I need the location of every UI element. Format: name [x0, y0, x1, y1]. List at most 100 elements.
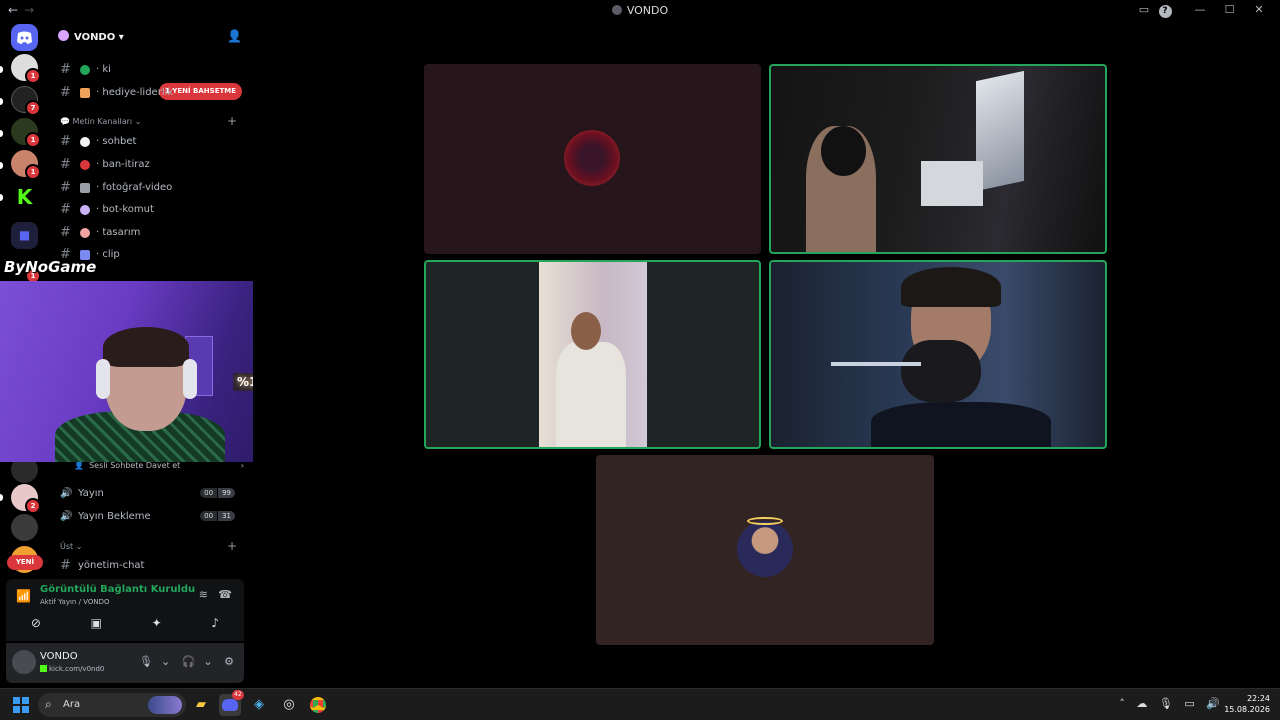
connection-status[interactable]: Görüntülü Bağlantı Kuruldu: [40, 584, 195, 595]
kick-server-icon[interactable]: K: [11, 184, 38, 211]
hash-icon: #: [60, 202, 71, 217]
add-channel-icon[interactable]: +: [227, 114, 237, 128]
microphone: [901, 340, 981, 402]
connection-channel[interactable]: Aktif Yayın / VONDO: [40, 598, 109, 606]
video-tile[interactable]: [424, 64, 761, 254]
unread-pill: [0, 130, 3, 137]
gear-icon[interactable]: ⚙: [224, 655, 234, 668]
clock-time: 22:24: [1246, 694, 1270, 703]
channel-item[interactable]: # yönetim-chat: [58, 557, 248, 575]
activities-icon[interactable]: ✦: [152, 616, 162, 630]
server-header[interactable]: VONDO ▾ 👤: [58, 29, 248, 46]
search-icon: ⌕: [45, 697, 52, 711]
help-icon[interactable]: ?: [1158, 5, 1172, 18]
add-channel-icon[interactable]: +: [227, 539, 237, 553]
maximize-button[interactable]: ☐: [1219, 3, 1241, 16]
volume-icon[interactable]: 🔊: [1206, 697, 1220, 710]
channel-item[interactable]: # · ki: [58, 61, 248, 79]
unread-pill: [0, 98, 3, 105]
channel-label: · ki: [96, 64, 111, 75]
channel-item[interactable]: # · ban-itiraz: [58, 156, 248, 174]
noise-suppression-icon[interactable]: ≋: [199, 588, 208, 601]
app-icon[interactable]: ◎: [278, 694, 300, 716]
monitor: [921, 161, 983, 206]
folder-icon[interactable]: ■: [11, 222, 38, 249]
channel-item[interactable]: # · hediye-liderlik: [58, 84, 248, 102]
category-upper[interactable]: Üst ⌄ +: [60, 539, 250, 556]
person-body: [871, 402, 1051, 447]
server-icon: [58, 30, 69, 41]
window-controls: ▭ ? — ☐ ✕: [1133, 3, 1270, 18]
user-name[interactable]: VONDO: [40, 651, 78, 662]
channel-item[interactable]: # · bot-komut: [58, 201, 248, 219]
video-tile[interactable]: [769, 64, 1107, 254]
channel-item[interactable]: # · sohbet: [58, 133, 248, 151]
participant-avatar: [564, 130, 620, 186]
user-status: kick.com/v0nd0: [40, 665, 104, 673]
video-tile[interactable]: [424, 260, 761, 449]
camera-icon: [80, 183, 90, 193]
palette-icon: [80, 228, 90, 238]
person-head: [571, 312, 601, 350]
file-explorer-icon[interactable]: ▰: [190, 694, 212, 716]
robot-icon: [80, 205, 90, 215]
halo-icon: [747, 517, 783, 525]
chevron-up-icon[interactable]: ˄: [1119, 697, 1125, 710]
camera-off-icon[interactable]: ⊘: [31, 616, 41, 630]
close-button[interactable]: ✕: [1248, 3, 1270, 16]
video-tile[interactable]: [769, 260, 1107, 449]
video-tile[interactable]: [596, 455, 934, 645]
add-user-icon[interactable]: 👤: [227, 29, 242, 43]
voice-channel[interactable]: 🔊 Yayın 00 99: [58, 485, 248, 503]
person-shirt: [556, 342, 626, 447]
signal-icon[interactable]: 📶: [16, 589, 31, 603]
invite-to-voice-row[interactable]: 👤 Sesli Sohbete Davet et ›: [74, 461, 244, 470]
server-badge: 1: [25, 132, 41, 148]
chevron-down-icon[interactable]: ⌄: [203, 655, 212, 668]
start-button[interactable]: [13, 697, 29, 713]
new-badge[interactable]: YENİ: [7, 555, 43, 570]
person-hair: [901, 267, 1001, 307]
minimize-button[interactable]: —: [1189, 3, 1211, 16]
app-icon[interactable]: ◈: [248, 694, 270, 716]
clock[interactable]: 22:24 15.08.2026: [1224, 693, 1270, 715]
avatar[interactable]: [12, 650, 36, 674]
hash-icon: #: [60, 225, 71, 240]
channel-label: · hediye-liderlik: [96, 87, 174, 98]
channel-item[interactable]: # · tasarım: [58, 224, 248, 242]
kick-icon: [40, 665, 47, 672]
microphone-icon[interactable]: 🎙: [1159, 697, 1173, 710]
speech-icon: [80, 137, 90, 147]
headphones-icon[interactable]: 🎧: [182, 655, 196, 668]
channel-label: · sohbet: [96, 136, 137, 147]
cloud-icon[interactable]: ☁: [1136, 697, 1147, 710]
voice-channel[interactable]: 🔊 Yayın Bekleme 00 31: [58, 508, 248, 526]
user-limit-badge: 00 31: [200, 511, 235, 521]
speech-bubble-icon: 💬: [60, 117, 70, 126]
disconnect-icon[interactable]: ☎: [218, 588, 232, 601]
monitor: [976, 70, 1024, 192]
person-hair: [103, 327, 189, 367]
app-root: ← → VONDO ▭ ? — ☐ ✕ 1 7 1 1 K ■ 1 2 YENİ…: [0, 0, 1280, 720]
discord-taskbar-icon[interactable]: 42: [219, 690, 244, 716]
server-badge: 2: [25, 498, 41, 514]
clock-date: 15.08.2026: [1224, 705, 1270, 714]
hash-icon: #: [60, 558, 71, 573]
server-avatar[interactable]: [11, 514, 38, 541]
inbox-icon[interactable]: ▭: [1133, 3, 1155, 16]
channel-item[interactable]: # · fotoğraf-video: [58, 179, 248, 197]
screen-share-icon[interactable]: ▣: [91, 616, 102, 630]
chevron-down-icon[interactable]: ⌄: [161, 655, 170, 668]
network-icon[interactable]: ▭: [1184, 697, 1194, 710]
video-stage: [253, 22, 1280, 687]
discord-badge: 42: [232, 690, 244, 700]
category-text-channels[interactable]: 💬 Metin Kanalları ⌄ +: [60, 114, 250, 131]
chrome-icon[interactable]: [307, 694, 329, 716]
soundboard-icon[interactable]: ♪: [211, 616, 219, 630]
system-tray: ˄ ☁ 🎙 ▭ 🔊: [1111, 697, 1220, 710]
discord-home-icon[interactable]: [11, 24, 38, 51]
microphone-icon[interactable]: 🎙: [139, 655, 153, 668]
hash-icon: #: [60, 180, 71, 195]
voice-connection-panel: 📶 Görüntülü Bağlantı Kuruldu Aktif Yayın…: [6, 579, 244, 641]
search-box[interactable]: ⌕ Ara: [38, 693, 186, 717]
